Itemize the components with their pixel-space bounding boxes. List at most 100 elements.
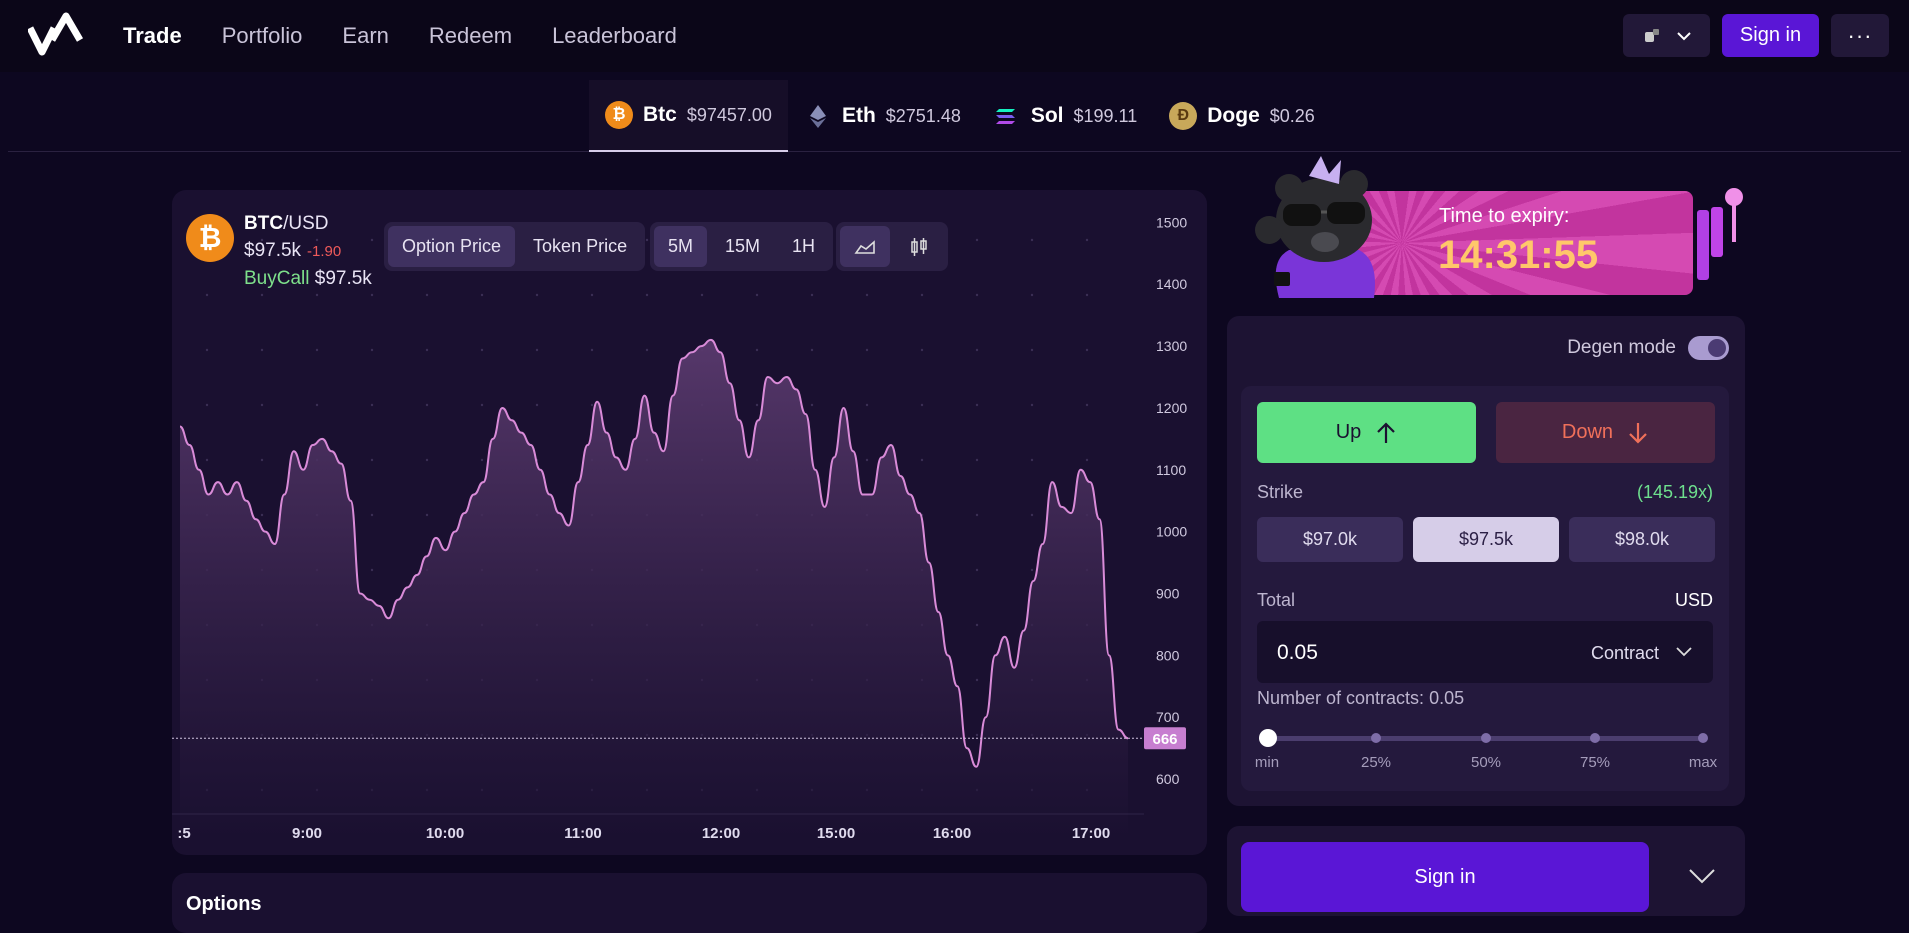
grid-dot — [810, 293, 814, 297]
grid-dot — [205, 293, 209, 297]
grid-dot — [590, 403, 594, 407]
submit-card: Sign in — [1227, 826, 1745, 916]
eth-icon — [809, 105, 826, 128]
grid-dot — [975, 348, 979, 352]
grid-dot — [1030, 348, 1034, 352]
grid-dot — [645, 348, 649, 352]
grid-dot — [975, 403, 979, 407]
expiry-label: Time to expiry: — [1439, 205, 1570, 227]
ticker-eth[interactable]: Eth $2751.48 — [788, 80, 977, 152]
grid-dot — [1085, 403, 1089, 407]
ticker-sol[interactable]: Sol $199.11 — [977, 80, 1153, 152]
degen-mode-toggle[interactable] — [1688, 336, 1729, 360]
grid-dot — [425, 293, 429, 297]
price-area-fill — [180, 339, 1128, 840]
app-logo-icon[interactable] — [28, 12, 84, 58]
unit-selector[interactable]: Contract — [1591, 643, 1659, 664]
ticker-doge[interactable]: Ð Doge $0.26 — [1153, 80, 1331, 152]
ticker-symbol: Eth — [841, 104, 876, 127]
x-tick-label: 10:00 — [426, 825, 464, 842]
x-tick-label: :5 — [177, 825, 190, 842]
amount-input[interactable]: 0.05 Contract — [1257, 621, 1713, 683]
amount-slider[interactable] — [1259, 729, 1708, 747]
ticker-btc[interactable]: ₿ Btc $97457.00 — [589, 80, 788, 152]
y-tick-label: 1000 — [1156, 524, 1187, 540]
chevron-down-icon[interactable] — [1675, 641, 1693, 661]
order-form: Up Down Strike (145.19x) $97.0k $97.5k $… — [1241, 386, 1729, 791]
grid-dot — [370, 403, 374, 407]
bear-mascot-icon — [1255, 156, 1375, 298]
up-button[interactable]: Up — [1257, 402, 1476, 463]
y-tick-label: 1100 — [1156, 462, 1186, 478]
area-chart-button[interactable] — [840, 226, 890, 267]
nav-leaderboard[interactable]: Leaderboard — [552, 23, 677, 49]
total-label: Total — [1257, 590, 1296, 610]
grid-dot — [1030, 513, 1034, 517]
grid-dot — [315, 403, 319, 407]
grid-dot — [975, 678, 979, 682]
grid-dot — [205, 458, 209, 462]
grid-dot — [755, 348, 759, 352]
strike-options: $97.0k $97.5k $98.0k — [1257, 517, 1715, 562]
grid-dot — [865, 403, 869, 407]
tab-token-price[interactable]: Token Price — [519, 226, 641, 267]
y-tick-label: 800 — [1156, 647, 1180, 663]
grid-dot — [975, 238, 979, 242]
y-tick-label: 1400 — [1156, 276, 1187, 292]
signin-button[interactable]: Sign in — [1722, 14, 1819, 57]
pair-price: $97.5k — [244, 240, 302, 261]
slider-tick: 25% — [1360, 754, 1392, 771]
signin-submit-button[interactable]: Sign in — [1241, 842, 1649, 912]
arrow-up-icon — [1377, 421, 1396, 443]
tab-1h[interactable]: 1H — [778, 226, 829, 267]
strike-option-selected[interactable]: $97.5k — [1413, 517, 1559, 562]
grid-dot — [975, 733, 979, 737]
y-tick-label: 1200 — [1156, 400, 1187, 416]
nav-redeem[interactable]: Redeem — [429, 23, 512, 49]
tab-5m[interactable]: 5M — [654, 226, 708, 267]
nav-trade[interactable]: Trade — [123, 23, 182, 49]
arrow-down-icon — [1629, 422, 1647, 444]
grid-dot — [480, 458, 484, 462]
lever-knob-icon[interactable] — [1725, 188, 1743, 206]
candlestick-icon — [911, 237, 927, 256]
ticker-symbol: Btc — [643, 103, 677, 126]
grid-dot — [755, 403, 759, 407]
grid-dot — [1030, 568, 1034, 572]
grid-dot — [425, 348, 429, 352]
nav-earn[interactable]: Earn — [342, 23, 388, 49]
down-button[interactable]: Down — [1496, 402, 1715, 463]
grid-dot — [260, 348, 264, 352]
ticker-price: $0.26 — [1269, 105, 1315, 126]
amount-value[interactable]: 0.05 — [1277, 641, 1318, 665]
tab-option-price[interactable]: Option Price — [388, 226, 516, 267]
strike-label: Strike — [1257, 482, 1304, 502]
candlestick-chart-button[interactable] — [894, 226, 944, 267]
strike-option[interactable]: $98.0k — [1569, 517, 1715, 562]
option-side: BuyCall — [244, 268, 310, 289]
chevron-down-icon[interactable] — [1687, 866, 1717, 886]
nav-portfolio[interactable]: Portfolio — [222, 23, 303, 49]
slider-tick: 75% — [1579, 754, 1611, 771]
currency-label[interactable]: USD — [1675, 590, 1713, 611]
expiry-countdown: 14:31:55 — [1438, 233, 1599, 277]
grid-dot — [975, 623, 979, 627]
strike-option[interactable]: $97.0k — [1257, 517, 1403, 562]
network-selector-button[interactable] — [1623, 14, 1710, 57]
grid-dot — [645, 238, 649, 242]
up-label: Up — [1335, 421, 1362, 443]
grid-dot — [370, 458, 374, 462]
more-options-button[interactable]: ··· — [1831, 14, 1889, 57]
tab-15m[interactable]: 15M — [711, 226, 774, 267]
grid-dot — [920, 458, 924, 462]
x-tick-label: 12:00 — [702, 825, 740, 842]
slider-tick: max — [1688, 754, 1718, 771]
grid-dot — [810, 403, 814, 407]
ticker-symbol: Doge — [1207, 104, 1260, 127]
grid-dot — [1030, 238, 1034, 242]
slider-thumb[interactable] — [1259, 729, 1277, 747]
grid-dot — [865, 348, 869, 352]
grid-dot — [260, 458, 264, 462]
pair-header: ₿ BTC/USD $97.5k -1.90 BuyCall $97.5k — [186, 210, 372, 292]
grid-dot — [535, 403, 539, 407]
